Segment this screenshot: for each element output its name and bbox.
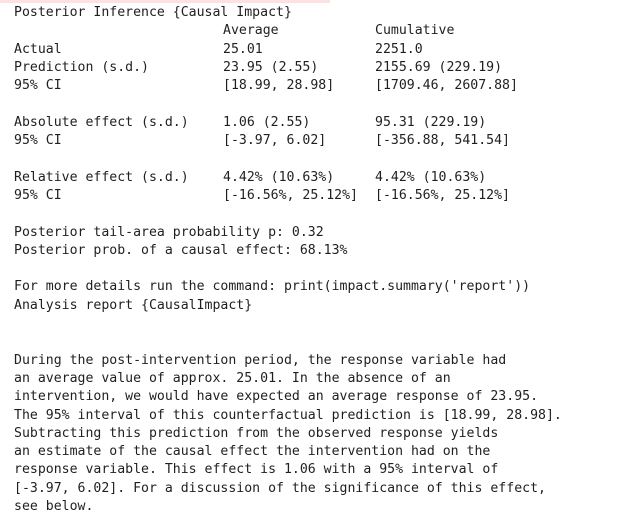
summary-row-prediction: Prediction (s.d.) 23.95 (2.55) 2155.69 (… <box>14 59 638 77</box>
row-cumulative: 2251.0 <box>375 41 423 57</box>
row-average: 23.95 (2.55) <box>223 59 319 75</box>
row-cumulative: [-356.88, 541.54] <box>375 133 510 149</box>
row-cumulative: [1709.46, 2607.88] <box>375 78 518 94</box>
row-label: Actual <box>14 41 62 57</box>
summary-row-relative-ci: 95% CI [-16.56%, 25.12%] [-16.56%, 25.12… <box>14 187 638 205</box>
report-line: an average value of approx. 25.01. In th… <box>14 370 451 386</box>
row-average: [-16.56%, 25.12%] <box>223 187 358 203</box>
report-title: Analysis report {CausalImpact} <box>14 297 253 313</box>
report-line: response variable. This effect is 1.06 w… <box>14 462 499 478</box>
column-header-cumulative: Cumulative <box>375 23 455 39</box>
row-label: Absolute effect (s.d.) <box>14 114 189 130</box>
report-line: intervention, we would have expected an … <box>14 389 539 405</box>
output-console: Posterior Inference {Causal Impact} Aver… <box>0 0 638 516</box>
report-line: During the post-intervention period, the… <box>14 352 507 368</box>
row-cumulative: 2155.69 (229.19) <box>375 59 503 75</box>
summary-row-absolute-ci: 95% CI [-3.97, 6.02] [-356.88, 541.54] <box>14 132 638 150</box>
row-average: 25.01 <box>223 41 263 57</box>
report-line: Subtracting this prediction from the obs… <box>14 425 499 441</box>
row-cumulative: [-16.56%, 25.12%] <box>375 187 510 203</box>
row-label: 95% CI <box>14 78 62 94</box>
row-average: [18.99, 28.98] <box>223 78 335 94</box>
row-label: Prediction (s.d.) <box>14 59 149 75</box>
row-average: [-3.97, 6.02] <box>223 133 327 149</box>
row-label: 95% CI <box>14 133 62 149</box>
column-header-average: Average <box>223 23 279 39</box>
report-line: see below. <box>14 499 94 515</box>
summary-title: Posterior Inference {Causal Impact} <box>14 5 292 20</box>
report-line: The 95% interval of this counterfactual … <box>14 407 562 423</box>
row-average: 1.06 (2.55) <box>223 114 311 130</box>
row-average: 4.42% (10.63%) <box>223 169 335 185</box>
row-cumulative: 4.42% (10.63%) <box>375 169 487 185</box>
report-line: an estimate of the causal effect the int… <box>14 444 491 460</box>
report-line: [-3.97, 6.02]. For a discussion of the s… <box>14 480 546 496</box>
causal-probability: Posterior prob. of a causal effect: 68.1… <box>14 242 348 258</box>
summary-header-row: Average Cumulative <box>14 22 638 40</box>
summary-row-absolute-effect: Absolute effect (s.d.) 1.06 (2.55) 95.31… <box>14 114 638 132</box>
row-label: 95% CI <box>14 187 62 203</box>
tail-probability: Posterior tail-area probability p: 0.32 <box>14 224 324 240</box>
row-cumulative: 95.31 (229.19) <box>375 114 487 130</box>
summary-row-prediction-ci: 95% CI [18.99, 28.98] [1709.46, 2607.88] <box>14 77 638 95</box>
row-label: Relative effect (s.d.) <box>14 169 189 185</box>
more-details-hint: For more details run the command: print(… <box>14 279 531 295</box>
summary-row-actual: Actual 25.01 2251.0 <box>14 41 638 59</box>
summary-row-relative-effect: Relative effect (s.d.) 4.42% (10.63%) 4.… <box>14 169 638 187</box>
